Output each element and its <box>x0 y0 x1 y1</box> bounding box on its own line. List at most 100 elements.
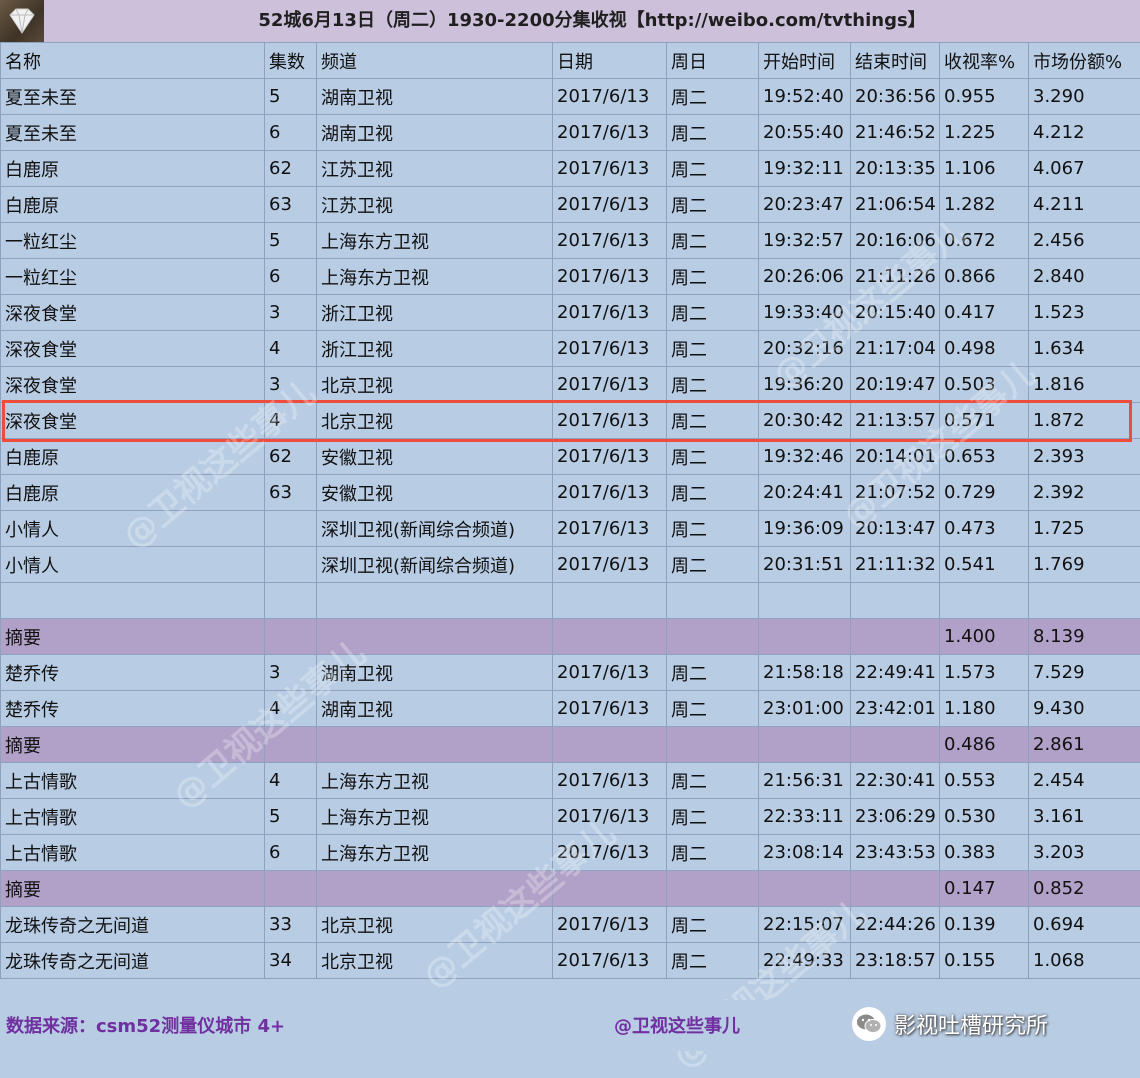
table-cell: 小情人 <box>1 547 265 583</box>
table-cell: 21:11:26 <box>851 259 940 295</box>
table-cell: 0.955 <box>940 79 1029 115</box>
table-cell: 0.653 <box>940 439 1029 475</box>
column-header: 周日 <box>667 43 759 79</box>
column-header: 频道 <box>317 43 553 79</box>
table-cell <box>265 583 317 619</box>
table-row: 白鹿原63安徽卫视2017/6/13周二20:24:4121:07:520.72… <box>1 475 1140 511</box>
table-cell: 22:49:33 <box>759 943 851 979</box>
table-cell: 上海东方卫视 <box>317 223 553 259</box>
table-body: 夏至未至5湖南卫视2017/6/13周二19:52:4020:36:560.95… <box>1 79 1140 979</box>
table-cell: 4.212 <box>1029 115 1140 151</box>
table-cell: 上海东方卫视 <box>317 799 553 835</box>
table-cell <box>759 727 851 763</box>
table-cell: 1.634 <box>1029 331 1140 367</box>
table-cell: 2017/6/13 <box>553 259 667 295</box>
table-row: 楚乔传3湖南卫视2017/6/13周二21:58:1822:49:411.573… <box>1 655 1140 691</box>
table-cell: 20:13:35 <box>851 151 940 187</box>
table-row: 一粒红尘5上海东方卫视2017/6/13周二19:32:5720:16:060.… <box>1 223 1140 259</box>
table-row: 楚乔传4湖南卫视2017/6/13周二23:01:0023:42:011.180… <box>1 691 1140 727</box>
table-row: 上古情歌5上海东方卫视2017/6/13周二22:33:1123:06:290.… <box>1 799 1140 835</box>
table-cell: 2.393 <box>1029 439 1140 475</box>
table-cell: 20:31:51 <box>759 547 851 583</box>
table-cell: 1.106 <box>940 151 1029 187</box>
table-cell: 5 <box>265 223 317 259</box>
table-cell: 0.383 <box>940 835 1029 871</box>
column-header: 结束时间 <box>851 43 940 79</box>
table-cell: 21:06:54 <box>851 187 940 223</box>
table-row: 深夜食堂3北京卫视2017/6/13周二19:36:2020:19:470.50… <box>1 367 1140 403</box>
table-cell: 22:30:41 <box>851 763 940 799</box>
table-cell: 2017/6/13 <box>553 367 667 403</box>
table-cell <box>851 583 940 619</box>
table-cell: 白鹿原 <box>1 439 265 475</box>
table-cell <box>265 619 317 655</box>
table-cell: 周二 <box>667 655 759 691</box>
table-cell: 20:16:06 <box>851 223 940 259</box>
table-cell <box>667 871 759 907</box>
table-row: 小情人深圳卫视(新闻综合频道)2017/6/13周二19:36:0920:13:… <box>1 511 1140 547</box>
table-cell: 2.840 <box>1029 259 1140 295</box>
table-cell <box>317 871 553 907</box>
table-cell: 周二 <box>667 331 759 367</box>
table-cell: 0.852 <box>1029 871 1140 907</box>
table-cell: 62 <box>265 151 317 187</box>
table-cell: 摘要 <box>1 727 265 763</box>
table-cell <box>851 727 940 763</box>
table-cell: 34 <box>265 943 317 979</box>
table-cell: 0.866 <box>940 259 1029 295</box>
table-cell: 0.155 <box>940 943 1029 979</box>
table-cell: 8.139 <box>1029 619 1140 655</box>
table-cell: 深圳卫视(新闻综合频道) <box>317 511 553 547</box>
diamond-logo-icon <box>0 0 44 42</box>
column-header: 日期 <box>553 43 667 79</box>
table-row: 龙珠传奇之无间道33北京卫视2017/6/13周二22:15:0722:44:2… <box>1 907 1140 943</box>
table-cell: 22:15:07 <box>759 907 851 943</box>
table-cell: 2.392 <box>1029 475 1140 511</box>
summary-row: 摘要1.4008.139 <box>1 619 1140 655</box>
table-cell: 湖南卫视 <box>317 115 553 151</box>
table-cell: 江苏卫视 <box>317 187 553 223</box>
table-cell: 1.225 <box>940 115 1029 151</box>
table-cell: 6 <box>265 115 317 151</box>
table-cell: 1.068 <box>1029 943 1140 979</box>
table-cell: 2017/6/13 <box>553 835 667 871</box>
table-cell: 上古情歌 <box>1 799 265 835</box>
table-cell: 3 <box>265 295 317 331</box>
table-cell: 4.211 <box>1029 187 1140 223</box>
table-cell: 1.725 <box>1029 511 1140 547</box>
table-cell: 21:11:32 <box>851 547 940 583</box>
table-cell: 周二 <box>667 79 759 115</box>
summary-row: 摘要0.1470.852 <box>1 871 1140 907</box>
table-cell: 21:56:31 <box>759 763 851 799</box>
table-cell: 20:32:16 <box>759 331 851 367</box>
table-cell: 周二 <box>667 835 759 871</box>
table-cell: 0.486 <box>940 727 1029 763</box>
table-cell: 6 <box>265 259 317 295</box>
table-cell: 0.498 <box>940 331 1029 367</box>
table-cell: 21:46:52 <box>851 115 940 151</box>
table-cell <box>317 619 553 655</box>
table-cell: 0.417 <box>940 295 1029 331</box>
table-cell: 19:32:11 <box>759 151 851 187</box>
table-cell <box>317 583 553 619</box>
table-cell: 19:36:09 <box>759 511 851 547</box>
table-cell: 22:44:26 <box>851 907 940 943</box>
table-cell: 周二 <box>667 367 759 403</box>
column-header: 市场份额% <box>1029 43 1140 79</box>
footer-bar: 数据来源：csm52测量仪城市 4+ @卫视这些事儿 影视吐槽研究所 <box>0 1000 1140 1051</box>
table-cell: 6 <box>265 835 317 871</box>
table-cell: 2017/6/13 <box>553 943 667 979</box>
table-cell: 23:42:01 <box>851 691 940 727</box>
table-cell: 21:58:18 <box>759 655 851 691</box>
table-cell: 19:32:46 <box>759 439 851 475</box>
table-cell: 上海东方卫视 <box>317 835 553 871</box>
table-cell: 周二 <box>667 223 759 259</box>
table-cell: 1.816 <box>1029 367 1140 403</box>
column-header: 名称 <box>1 43 265 79</box>
table-row: 龙珠传奇之无间道34北京卫视2017/6/13周二22:49:3323:18:5… <box>1 943 1140 979</box>
table-cell: 周二 <box>667 799 759 835</box>
table-cell <box>553 727 667 763</box>
table-cell: 深夜食堂 <box>1 367 265 403</box>
table-cell: 2017/6/13 <box>553 763 667 799</box>
table-cell: 夏至未至 <box>1 79 265 115</box>
